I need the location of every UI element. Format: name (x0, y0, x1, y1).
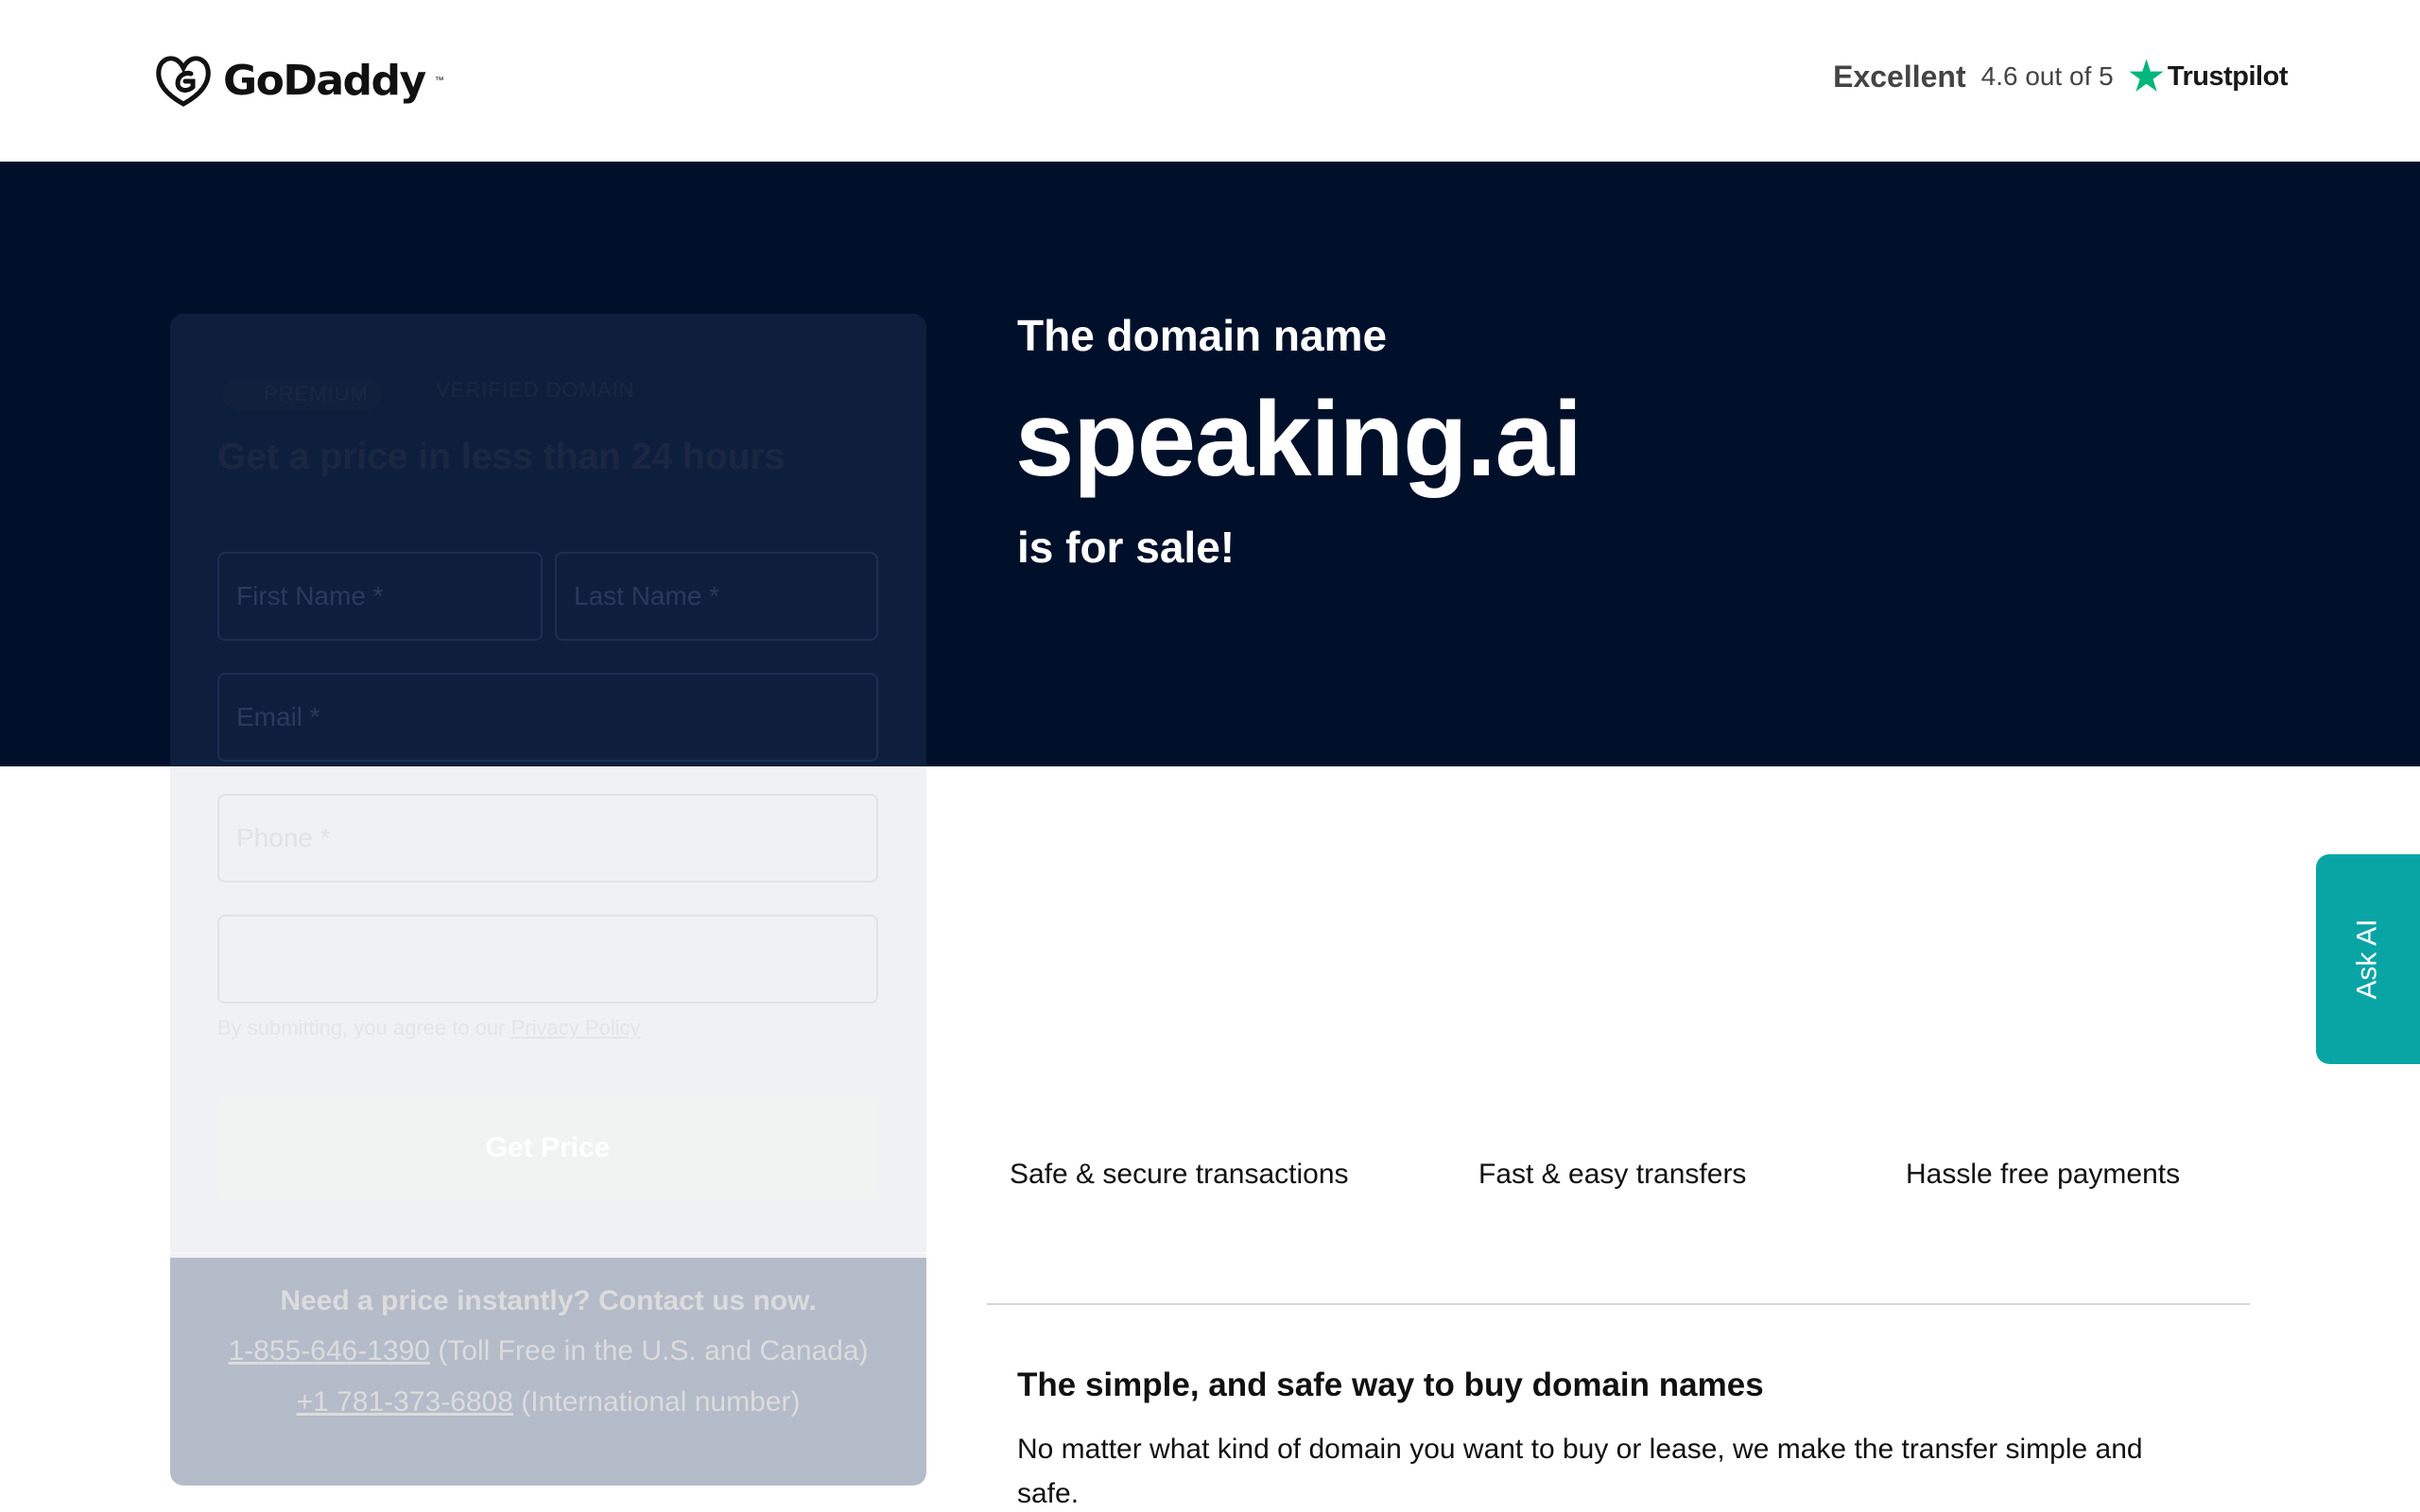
verified-domain-badge: VERIFIED DOMAIN (436, 378, 635, 402)
international-note: (International number) (521, 1386, 801, 1418)
hero-intro: The domain name (1017, 311, 1388, 360)
international-phone-link[interactable]: +1 781-373-6808 (297, 1386, 513, 1418)
form-title: Get a price in less than 24 hours (217, 437, 786, 477)
email-field[interactable]: Email * (217, 673, 878, 762)
feature-hassle-free-payments: Hassle free payments (1906, 1159, 2181, 1190)
trustpilot-brand: ★ Trustpilot (2128, 54, 2289, 98)
ask-ai-button[interactable]: Ask AI (2316, 854, 2420, 1064)
contact-title: Need a price instantly? Contact us now. (280, 1285, 817, 1316)
international-contact: +1 781-373-6808 (International number) (170, 1386, 926, 1418)
section-divider (987, 1303, 2250, 1305)
phone-placeholder: Phone * (236, 823, 331, 852)
last-name-placeholder: Last Name * (574, 581, 720, 610)
tollfree-phone-link[interactable]: 1-855-646-1390 (228, 1335, 430, 1366)
godaddy-heart-icon (156, 56, 211, 107)
feature-secure-transactions: Safe & secure transactions (1010, 1159, 1349, 1190)
first-name-placeholder: First Name * (236, 581, 384, 610)
privacy-policy-link[interactable]: Privacy Policy (511, 1016, 641, 1040)
first-name-field[interactable]: First Name * (217, 552, 543, 641)
terms-prefix: By submitting, you agree to our (217, 1016, 506, 1040)
form-divider (170, 1252, 926, 1254)
extra-field[interactable] (217, 915, 878, 1004)
logo-wordmark: GoDaddy (223, 56, 426, 105)
trustpilot-rating-word: Excellent (1833, 59, 1966, 94)
last-name-field[interactable]: Last Name * (555, 552, 878, 641)
terms-notice: By submitting, you agree to our Privacy … (217, 1016, 641, 1040)
logo-trademark: ™ (434, 75, 444, 86)
tollfree-note: (Toll Free in the U.S. and Canada) (438, 1335, 869, 1366)
trustpilot-star-icon: ★ (2128, 54, 2165, 98)
trustpilot-rating[interactable]: Excellent 4.6 out of 5 ★ Trustpilot (1833, 57, 2288, 96)
godaddy-logo[interactable]: GoDaddy ™ (153, 53, 444, 108)
ask-ai-label: Ask AI (2351, 919, 2383, 1000)
info-section-body: No matter what kind of domain you want t… (1017, 1434, 2143, 1509)
phone-field[interactable]: Phone * (217, 794, 878, 883)
domain-name-heading: speaking.ai (1015, 380, 1582, 498)
get-price-button[interactable]: Get Price (217, 1096, 878, 1200)
email-placeholder: Email * (236, 702, 320, 731)
hero-for-sale: is for sale! (1017, 523, 1236, 572)
info-section-title: The simple, and safe way to buy domain n… (1017, 1366, 1764, 1403)
premium-badge: PREMIUM (222, 378, 382, 410)
trustpilot-brand-label: Trustpilot (2167, 60, 2289, 92)
feature-easy-transfers: Fast & easy transfers (1478, 1159, 1747, 1190)
site-header: GoDaddy ™ Excellent 4.6 out of 5 ★ Trustp… (0, 0, 2420, 162)
trustpilot-score: 4.6 out of 5 (1980, 61, 2114, 91)
tollfree-contact: 1-855-646-1390 (Toll Free in the U.S. an… (170, 1335, 926, 1367)
